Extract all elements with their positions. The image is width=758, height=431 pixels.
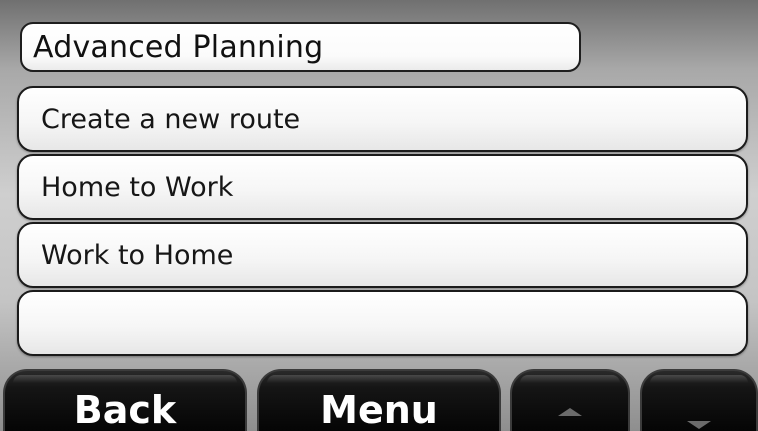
empty-list-slot[interactable]	[17, 290, 748, 356]
scroll-down-button[interactable]	[640, 369, 758, 431]
back-button[interactable]: Back	[3, 369, 247, 431]
softkey-bar: Back Menu	[0, 366, 758, 431]
arrow-down-icon	[687, 421, 711, 429]
menu-button[interactable]: Menu	[257, 369, 501, 431]
work-to-home-item[interactable]: Work to Home	[17, 222, 748, 288]
route-options-list: Create a new route Home to Work Work to …	[17, 86, 748, 358]
home-to-work-item[interactable]: Home to Work	[17, 154, 748, 220]
scroll-up-button[interactable]	[510, 369, 630, 431]
advanced-planning-screen: Advanced Planning Create a new route Hom…	[0, 0, 758, 431]
create-new-route-item[interactable]: Create a new route	[17, 86, 748, 152]
page-title: Advanced Planning	[20, 22, 581, 72]
arrow-up-icon	[558, 408, 582, 416]
